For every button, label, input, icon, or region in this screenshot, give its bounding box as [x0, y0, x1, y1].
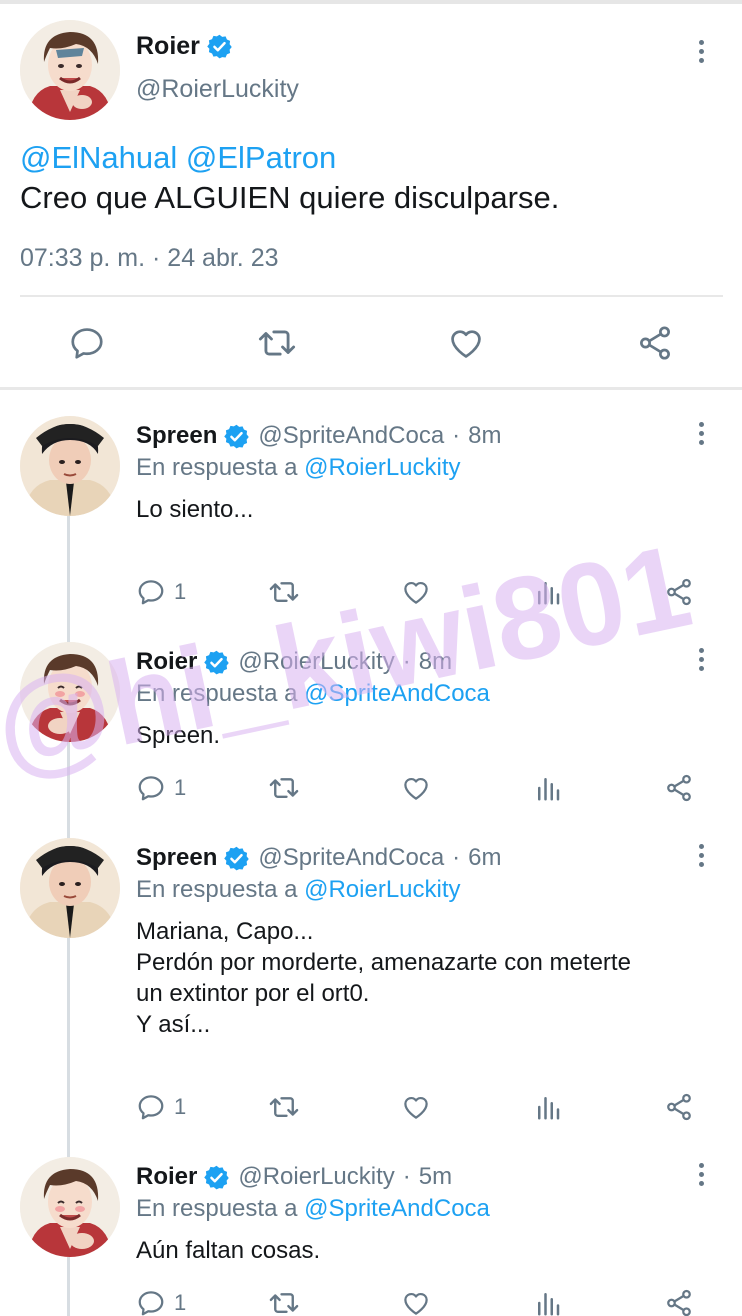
separator-dot: · [402, 1163, 411, 1190]
reply-tweet[interactable]: Roier @RoierLuckity · 5m En respuesta a … [0, 1147, 742, 1316]
author-handle[interactable]: @RoierLuckity [136, 75, 299, 104]
reply-header: Spreen @SpriteAndCoca · 8m [136, 422, 502, 450]
reply-actions: 1 [0, 1288, 742, 1316]
analytics-icon[interactable] [533, 773, 563, 803]
retweet-icon[interactable] [267, 773, 301, 803]
tweet-body: Creo que ALGUIEN quiere disculparse. [20, 180, 560, 215]
avatar[interactable] [20, 838, 120, 938]
tweet-text: @ElNahual @ElPatron Creo que ALGUIEN qui… [20, 138, 559, 218]
share-icon[interactable] [664, 1092, 694, 1122]
reply-header: Roier @RoierLuckity · 8m [136, 648, 452, 676]
author-name[interactable]: Spreen [136, 422, 217, 450]
reply-tweet[interactable]: Roier @RoierLuckity · 8m En respuesta a … [0, 632, 742, 822]
more-options-icon[interactable] [697, 422, 705, 445]
reply-button[interactable]: 1 [136, 1092, 186, 1122]
verified-badge-icon [223, 423, 250, 450]
mention-links[interactable]: @ElNahual @ElPatron [20, 138, 559, 178]
author-name[interactable]: Roier [136, 32, 200, 61]
replying-to: En respuesta a @SpriteAndCoca [136, 1195, 490, 1223]
reply-text: Aún faltan cosas. [136, 1237, 321, 1264]
reply-text: Spreen. [136, 722, 221, 749]
main-tweet[interactable]: Roier @RoierLuckity @ElNahual @ElPatron … [0, 4, 742, 390]
author-name[interactable]: Roier [136, 648, 197, 676]
verified-badge-icon [203, 1164, 230, 1191]
author-name[interactable]: Spreen [136, 844, 217, 872]
replying-to-link[interactable]: @RoierLuckity [304, 876, 460, 903]
author-handle[interactable]: @RoierLuckity [238, 648, 394, 676]
analytics-icon[interactable] [533, 577, 563, 607]
replying-to: En respuesta a @RoierLuckity [136, 454, 461, 482]
avatar[interactable] [20, 1157, 120, 1257]
author-handle[interactable]: @SpriteAndCoca [258, 844, 444, 872]
retweet-icon[interactable] [267, 1092, 301, 1122]
reply-icon[interactable] [68, 324, 106, 362]
reply-actions: 1 [0, 577, 742, 613]
author-name-row[interactable]: Roier [136, 32, 233, 61]
analytics-icon[interactable] [533, 1288, 563, 1316]
reply-actions: 1 [0, 1092, 742, 1128]
share-icon[interactable] [636, 324, 674, 362]
like-icon[interactable] [446, 324, 486, 362]
replying-to-label: En respuesta a [136, 680, 298, 707]
retweet-icon[interactable] [267, 577, 301, 607]
reply-text: Mariana, Capo... Perdón por morderte, am… [136, 918, 631, 1038]
reply-button[interactable]: 1 [136, 773, 186, 803]
tweet-actions [0, 320, 742, 368]
more-options-icon[interactable] [697, 40, 705, 63]
replying-to: En respuesta a @SpriteAndCoca [136, 680, 490, 708]
replying-to-link[interactable]: @SpriteAndCoca [304, 1195, 490, 1222]
relative-time[interactable]: 8m [468, 422, 501, 450]
verified-badge-icon [223, 845, 250, 872]
replying-to-label: En respuesta a [136, 1195, 298, 1222]
reply-count: 1 [174, 775, 187, 800]
avatar[interactable] [20, 20, 120, 120]
author-handle[interactable]: @RoierLuckity [238, 1163, 394, 1191]
avatar[interactable] [20, 416, 120, 516]
reply-button[interactable]: 1 [136, 1288, 186, 1316]
reply-count: 1 [174, 579, 187, 604]
reply-count: 1 [174, 1290, 187, 1315]
separator-dot: · [402, 648, 411, 675]
analytics-icon[interactable] [533, 1092, 563, 1122]
avatar[interactable] [20, 642, 120, 742]
separator-dot: · [452, 844, 461, 871]
tweet-timestamp[interactable]: 07:33 p. m. · 24 abr. 23 [20, 244, 279, 273]
replying-to-label: En respuesta a [136, 454, 298, 481]
replying-to-label: En respuesta a [136, 876, 298, 903]
verified-badge-icon [206, 33, 233, 60]
reply-header: Roier @RoierLuckity · 5m [136, 1163, 452, 1191]
more-options-icon[interactable] [697, 648, 705, 671]
relative-time[interactable]: 5m [419, 1163, 452, 1191]
author-handle[interactable]: @SpriteAndCoca [258, 422, 444, 450]
like-icon[interactable] [400, 1092, 432, 1122]
share-icon[interactable] [664, 577, 694, 607]
reply-actions: 1 [0, 773, 742, 809]
replying-to-link[interactable]: @SpriteAndCoca [304, 680, 490, 707]
like-icon[interactable] [400, 1288, 432, 1316]
reply-tweet[interactable]: Spreen @SpriteAndCoca · 8m En respuesta … [0, 406, 742, 620]
reply-text: Lo siento... [136, 496, 254, 523]
replying-to: En respuesta a @RoierLuckity [136, 876, 461, 904]
share-icon[interactable] [664, 773, 694, 803]
reply-count: 1 [174, 1094, 187, 1119]
relative-time[interactable]: 6m [468, 844, 501, 872]
reply-button[interactable]: 1 [136, 577, 186, 607]
more-options-icon[interactable] [697, 844, 705, 867]
replying-to-link[interactable]: @RoierLuckity [304, 454, 460, 481]
divider [20, 295, 723, 297]
reply-header: Spreen @SpriteAndCoca · 6m [136, 844, 502, 872]
verified-badge-icon [203, 649, 230, 676]
like-icon[interactable] [400, 773, 432, 803]
reply-tweet[interactable]: Spreen @SpriteAndCoca · 6m En respuesta … [0, 828, 742, 1150]
share-icon[interactable] [664, 1288, 694, 1316]
relative-time[interactable]: 8m [419, 648, 452, 676]
like-icon[interactable] [400, 577, 432, 607]
separator-dot: · [452, 422, 461, 449]
author-name[interactable]: Roier [136, 1163, 197, 1191]
retweet-icon[interactable] [267, 1288, 301, 1316]
retweet-icon[interactable] [256, 324, 298, 362]
more-options-icon[interactable] [697, 1163, 705, 1186]
